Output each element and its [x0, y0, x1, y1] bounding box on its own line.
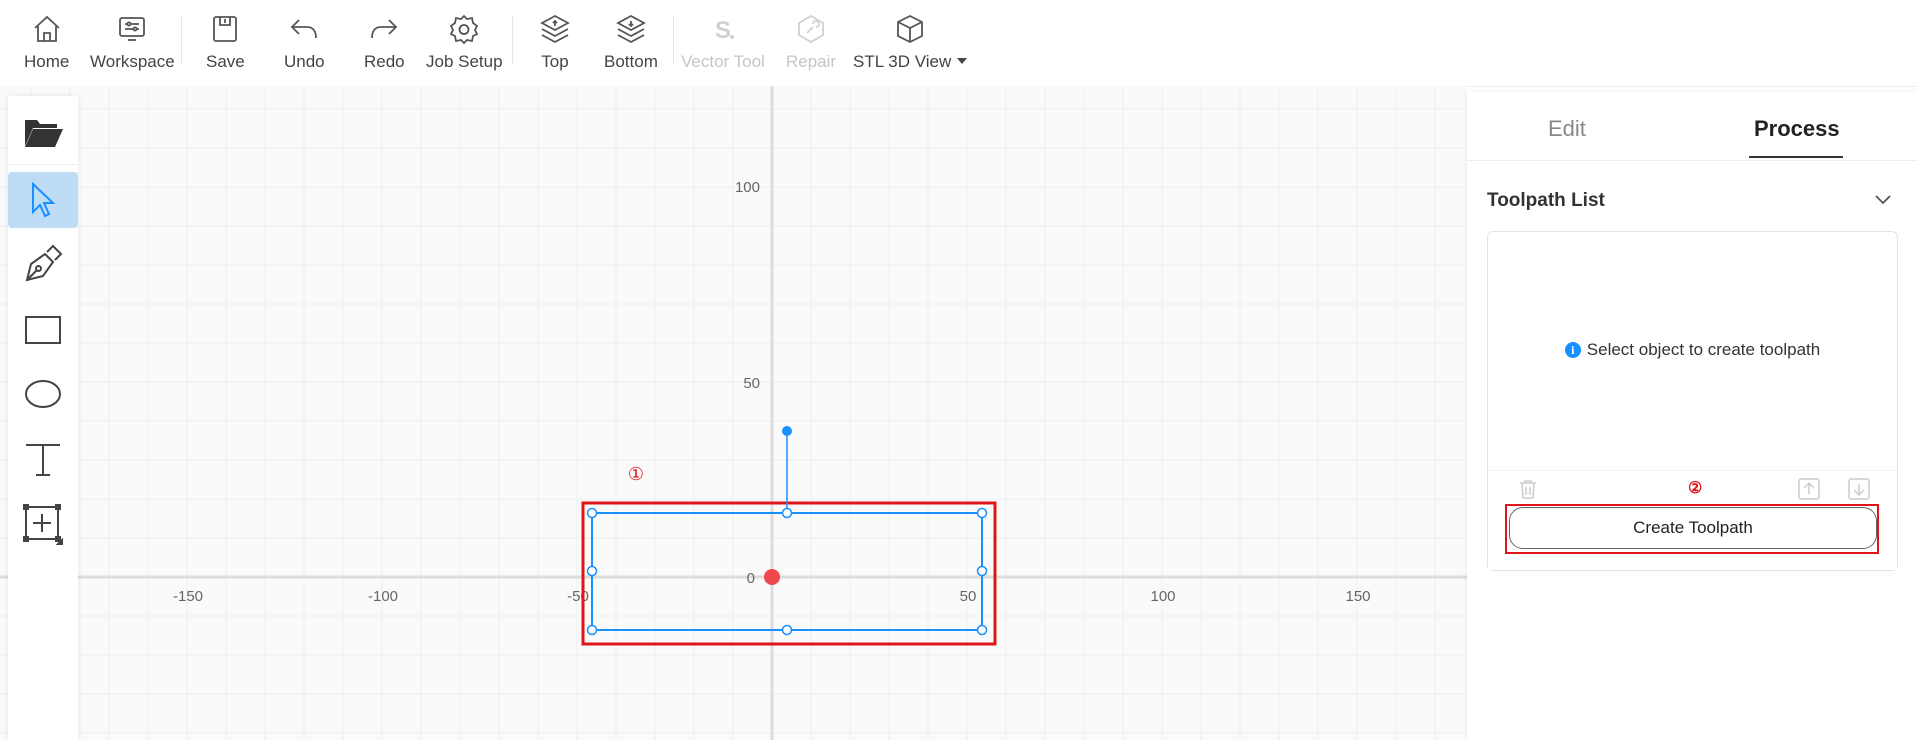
move-down-icon[interactable] [1848, 478, 1870, 500]
resize-handle[interactable] [586, 565, 598, 577]
layers-up-icon [540, 14, 570, 44]
toolrow-divider [1488, 470, 1897, 471]
design-canvas[interactable]: -150 -100 -50 50 100 150 100 50 0 ① [0, 86, 1467, 740]
toolpath-list-title: Toolpath List [1487, 190, 1605, 211]
select-tool[interactable] [8, 172, 78, 228]
trash-icon[interactable] [1517, 478, 1539, 500]
vector-tool-icon: S [715, 17, 734, 44]
pen-icon [25, 244, 63, 282]
rectangle-tool[interactable] [8, 302, 78, 358]
toolbar-divider [181, 16, 182, 64]
x-tick-label: -100 [368, 588, 398, 605]
top-button[interactable]: Top [538, 12, 572, 72]
top-label: Top [541, 52, 569, 71]
resize-handle[interactable] [976, 507, 988, 519]
insert-box-icon [23, 504, 63, 545]
toolpath-list: i Select object to create toolpath ② Crea… [1487, 231, 1898, 571]
text-tool[interactable] [8, 431, 78, 487]
x-tick-label: 100 [1150, 588, 1175, 605]
x-tick-label: 150 [1345, 588, 1370, 605]
vector-tool-button[interactable]: S Vector Tool [681, 12, 765, 72]
toolpath-actions: ② Create Toolpath [1488, 470, 1897, 570]
x-tick-label: 50 [960, 588, 977, 605]
left-tool-palette [8, 96, 78, 740]
caret-down-icon [957, 57, 968, 64]
redo-icon [371, 19, 398, 39]
repair-button[interactable]: Repair [786, 12, 836, 72]
tab-edit[interactable]: Edit [1548, 116, 1586, 142]
save-button[interactable]: Save [206, 12, 245, 72]
text-icon [26, 444, 60, 476]
job-setup-button[interactable]: Job Setup [426, 12, 503, 72]
cursor-icon [32, 181, 56, 218]
info-icon: i [1564, 341, 1581, 358]
ellipse-tool[interactable] [8, 366, 78, 422]
annotation-marker-1: ① [628, 464, 644, 485]
repair-icon [798, 14, 824, 44]
layers-down-icon [616, 14, 646, 44]
save-icon [213, 16, 238, 42]
job-setup-label: Job Setup [426, 52, 503, 71]
vector-tool-label: Vector Tool [681, 52, 765, 71]
annotation-highlight-box [581, 501, 997, 646]
workspace-label: Workspace [90, 52, 175, 71]
gear-icon [450, 14, 479, 45]
create-toolpath-button[interactable]: Create Toolpath [1509, 507, 1877, 549]
active-tab-indicator [1749, 156, 1843, 158]
redo-button[interactable]: Redo [364, 12, 405, 72]
stl-3d-view-label: STL 3D View [853, 52, 968, 72]
toolbar-divider [673, 16, 674, 64]
ellipse-icon [25, 380, 61, 408]
save-label: Save [206, 52, 245, 71]
home-icon [34, 15, 60, 42]
top-toolbar: Home Workspace Save Undo Redo Job Setup … [0, 0, 1917, 87]
tab-process[interactable]: Process [1754, 116, 1840, 142]
tool-divider [8, 164, 78, 165]
resize-handle[interactable] [976, 624, 988, 636]
bottom-label: Bottom [604, 52, 658, 71]
home-button[interactable]: Home [24, 12, 69, 72]
x-tick-label: -50 [567, 588, 589, 605]
open-file-tool[interactable] [8, 104, 78, 160]
resize-handle[interactable] [781, 507, 793, 519]
resize-handle[interactable] [976, 565, 988, 577]
cube-icon [897, 14, 924, 44]
home-label: Home [24, 52, 70, 71]
undo-label: Undo [284, 52, 325, 71]
resize-handle[interactable] [586, 507, 598, 519]
y-tick-label: 50 [743, 375, 760, 392]
toolbar-divider [512, 16, 513, 64]
move-up-icon[interactable] [1798, 478, 1820, 500]
redo-label: Redo [364, 52, 405, 71]
resize-handle[interactable] [781, 624, 793, 636]
empty-message: i Select object to create toolpath [1488, 340, 1897, 360]
workspace-icon [119, 17, 146, 41]
canvas-grid: -150 -100 -50 50 100 150 100 50 0 ① [0, 86, 1467, 740]
x-tick-label: -150 [173, 588, 203, 605]
y-tick-label: 0 [747, 570, 755, 587]
workspace-button[interactable]: Workspace [90, 12, 175, 72]
chevron-down-icon[interactable] [1873, 192, 1893, 206]
rotate-handle[interactable] [782, 426, 792, 436]
bottom-button[interactable]: Bottom [604, 12, 658, 72]
tab-divider [1467, 160, 1917, 161]
empty-message-text: Select object to create toolpath [1586, 340, 1821, 359]
undo-icon [291, 19, 318, 39]
rectangle-icon [25, 316, 61, 344]
pen-tool[interactable] [8, 236, 78, 292]
stl-3d-view-dropdown[interactable]: STL 3D View [853, 12, 968, 72]
folder-icon [25, 120, 63, 147]
y-tick-label: 100 [735, 179, 760, 196]
selected-rectangle-object[interactable] [586, 426, 988, 636]
resize-handle[interactable] [586, 624, 598, 636]
right-panel: Edit Process Toolpath List i Select objec… [1467, 92, 1917, 740]
undo-button[interactable]: Undo [284, 12, 325, 72]
svg-text:S: S [715, 17, 731, 44]
insert-tool[interactable] [8, 496, 78, 552]
repair-label: Repair [786, 52, 837, 71]
origin-point [764, 569, 780, 585]
annotation-marker-2: ② [1688, 480, 1703, 497]
